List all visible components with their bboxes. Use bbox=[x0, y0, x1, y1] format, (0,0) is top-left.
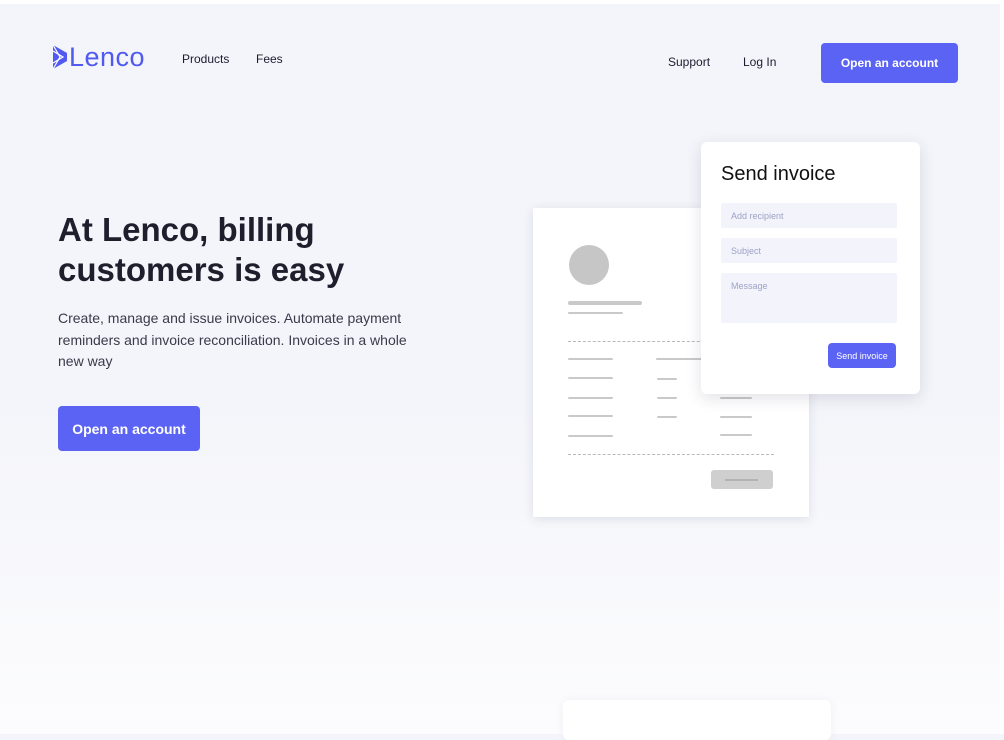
hero-title: At Lenco, billing customers is easy bbox=[58, 211, 345, 288]
invoice-line bbox=[568, 435, 613, 437]
invoice-total-pill bbox=[711, 470, 773, 489]
open-account-hero-button[interactable]: Open an account bbox=[58, 406, 200, 451]
invoice-line bbox=[568, 312, 623, 314]
send-invoice-button[interactable]: Send invoice bbox=[828, 343, 896, 368]
invoice-line bbox=[657, 416, 677, 418]
logo-icon bbox=[52, 44, 67, 70]
recipient-field[interactable]: Add recipient bbox=[721, 203, 897, 228]
invoice-pill-line bbox=[725, 479, 758, 481]
invoice-avatar bbox=[569, 245, 609, 285]
nav-link-fees[interactable]: Fees bbox=[256, 52, 283, 66]
send-invoice-title: Send invoice bbox=[721, 163, 836, 185]
invoice-line bbox=[720, 434, 752, 436]
invoice-divider bbox=[568, 454, 774, 455]
invoice-line bbox=[657, 397, 677, 399]
invoice-line bbox=[568, 358, 613, 360]
invoice-line bbox=[568, 397, 613, 399]
open-account-nav-button[interactable]: Open an account bbox=[821, 43, 958, 83]
message-field[interactable]: Message bbox=[721, 273, 897, 323]
nav-link-products[interactable]: Products bbox=[182, 52, 229, 66]
brand-logo[interactable]: Lenco bbox=[52, 42, 145, 72]
subject-field[interactable]: Subject bbox=[721, 238, 897, 263]
right-edge bbox=[1000, 0, 1004, 734]
invoice-line bbox=[568, 301, 642, 305]
invoice-line bbox=[568, 377, 613, 379]
send-invoice-card: Send invoice Add recipient Subject Messa… bbox=[701, 142, 920, 394]
landing-page: Lenco Products Fees Support Log In Open … bbox=[0, 0, 1004, 740]
nav-link-login[interactable]: Log In bbox=[743, 55, 776, 69]
hero-description: Create, manage and issue invoices. Autom… bbox=[58, 310, 407, 369]
top-edge bbox=[0, 0, 1004, 4]
brand-name: Lenco bbox=[69, 42, 146, 72]
invoice-line bbox=[720, 416, 752, 418]
invoice-line bbox=[568, 415, 613, 417]
invoice-line bbox=[657, 378, 677, 380]
nav-link-support[interactable]: Support bbox=[668, 55, 710, 69]
invoice-line bbox=[720, 397, 752, 399]
next-section-card bbox=[563, 700, 831, 740]
invoice-line bbox=[656, 358, 702, 360]
